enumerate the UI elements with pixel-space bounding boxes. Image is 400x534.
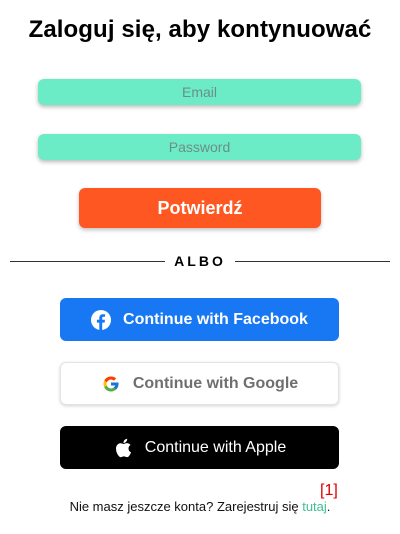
- google-login-button[interactable]: Continue with Google: [60, 362, 339, 405]
- page-title: Zaloguj się, aby kontynuować: [28, 16, 372, 43]
- facebook-login-button[interactable]: Continue with Facebook: [60, 298, 339, 341]
- facebook-icon: [91, 309, 112, 330]
- password-input[interactable]: [38, 134, 361, 160]
- email-input[interactable]: [38, 79, 361, 105]
- signup-prompt-end: .: [326, 499, 331, 514]
- annotation-marker: [1]: [320, 482, 338, 499]
- divider-line-right: [234, 260, 391, 262]
- divider-label: ALBO: [174, 253, 226, 269]
- apple-login-label: Continue with Apple: [144, 438, 287, 456]
- or-divider: ALBO: [10, 252, 391, 270]
- apple-icon: [113, 438, 133, 458]
- signup-link[interactable]: tutaj: [302, 499, 327, 514]
- signup-prompt: Nie masz jeszcze konta? Zarejestruj się …: [0, 499, 400, 514]
- submit-button[interactable]: Potwierdź: [79, 188, 321, 228]
- facebook-login-label: Continue with Facebook: [123, 310, 308, 328]
- password-field-wrapper[interactable]: [38, 134, 361, 160]
- google-icon: [101, 374, 121, 394]
- divider-line-left: [10, 260, 166, 262]
- signup-prompt-text: Nie masz jeszcze konta? Zarejestruj się: [69, 499, 303, 514]
- google-login-label: Continue with Google: [132, 374, 299, 392]
- email-field-wrapper[interactable]: [38, 79, 361, 105]
- apple-login-button[interactable]: Continue with Apple: [60, 426, 339, 469]
